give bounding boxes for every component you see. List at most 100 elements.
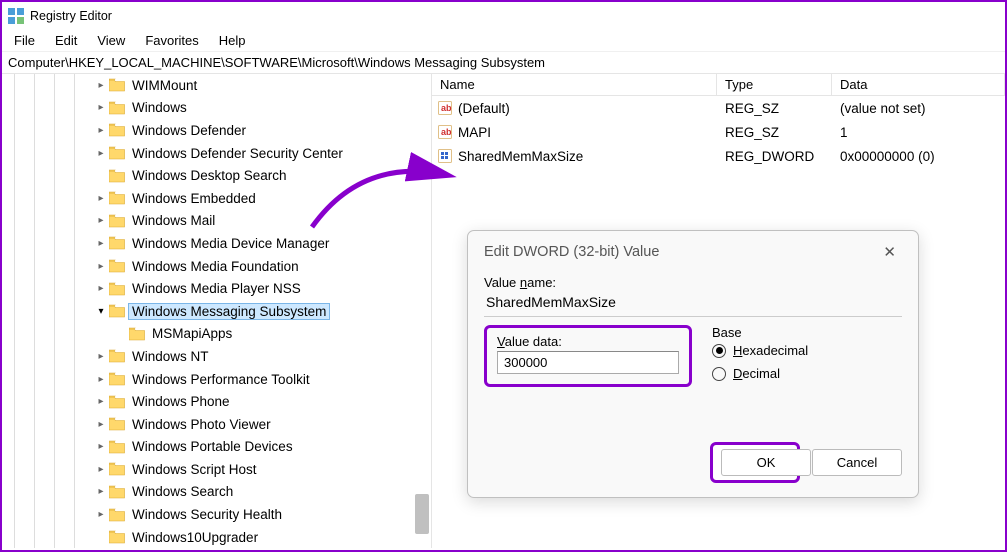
- tree-item[interactable]: ▸ Windows Media Player NSS: [2, 277, 431, 300]
- value-name: (Default): [458, 101, 510, 116]
- tree-item[interactable]: ▸Windows: [2, 97, 431, 120]
- col-header-name[interactable]: Name: [432, 74, 717, 95]
- ok-button[interactable]: OK: [721, 449, 811, 476]
- tree-item-label: Windows Embedded: [128, 191, 260, 206]
- chevron-right-icon[interactable]: ▸: [94, 509, 108, 520]
- value-data-field[interactable]: [497, 351, 679, 374]
- window-title: Registry Editor: [30, 9, 112, 23]
- tree-item-label: Windows Portable Devices: [128, 439, 297, 454]
- value-data-label: Value data:: [497, 334, 679, 349]
- radio-decimal[interactable]: Decimal: [712, 362, 902, 385]
- value-type: REG_SZ: [717, 125, 832, 140]
- menu-favorites[interactable]: Favorites: [135, 31, 208, 50]
- chevron-right-icon[interactable]: ▸: [94, 441, 108, 452]
- svg-text:ab: ab: [441, 103, 452, 113]
- cancel-button[interactable]: Cancel: [812, 449, 902, 476]
- tree-item[interactable]: ▸Windows Performance Toolkit: [2, 368, 431, 391]
- tree-item[interactable]: ▸ Windows Security Health: [2, 503, 431, 526]
- chevron-right-icon[interactable]: ▸: [94, 464, 108, 475]
- list-row[interactable]: ab MAPI REG_SZ1: [432, 120, 1005, 144]
- tree-item[interactable]: ▸ Windows Defender: [2, 119, 431, 142]
- chevron-right-icon[interactable]: ▸: [94, 419, 108, 430]
- scrollbar-thumb[interactable]: [415, 494, 429, 534]
- tree-item[interactable]: ▸ Windows Portable Devices: [2, 436, 431, 459]
- tree-item-label: Windows Desktop Search: [128, 168, 291, 183]
- chevron-right-icon[interactable]: ▸: [94, 396, 108, 407]
- chevron-right-icon[interactable]: ▸: [94, 102, 108, 113]
- value-name: MAPI: [458, 125, 491, 140]
- chevron-down-icon[interactable]: ▾: [94, 306, 108, 317]
- chevron-right-icon[interactable]: ▸: [94, 261, 108, 272]
- menu-edit[interactable]: Edit: [45, 31, 87, 50]
- value-data-highlight: Value data:: [484, 325, 692, 387]
- close-icon[interactable]: ✕: [877, 243, 902, 261]
- list-row[interactable]: SharedMemMaxSize REG_DWORD0x00000000 (0): [432, 144, 1005, 168]
- tree-item[interactable]: ▾ Windows Messaging Subsystem: [2, 300, 431, 323]
- tree-item[interactable]: Windows10Upgrader: [2, 526, 431, 548]
- tree-item[interactable]: ▸ WIMMount: [2, 74, 431, 97]
- chevron-right-icon[interactable]: ▸: [94, 215, 108, 226]
- tree-item[interactable]: Windows Desktop Search: [2, 164, 431, 187]
- chevron-right-icon[interactable]: ▸: [94, 351, 108, 362]
- list-header: Name Type Data: [432, 74, 1005, 96]
- value-data: (value not set): [832, 101, 1005, 116]
- col-header-data[interactable]: Data: [832, 74, 1005, 95]
- value-name-field[interactable]: SharedMemMaxSize: [484, 292, 902, 317]
- svg-text:ab: ab: [441, 127, 452, 137]
- tree-item-label: Windows Media Player NSS: [128, 281, 305, 296]
- base-group-label: Base: [712, 325, 902, 340]
- chevron-right-icon[interactable]: ▸: [94, 486, 108, 497]
- tree-item-label: Windows Messaging Subsystem: [128, 303, 330, 320]
- tree-item-label: Windows Search: [128, 484, 237, 499]
- chevron-right-icon[interactable]: ▸: [94, 193, 108, 204]
- tree-item-label: MSMapiApps: [148, 326, 236, 341]
- tree-item-label: Windows10Upgrader: [128, 530, 262, 545]
- chevron-right-icon[interactable]: ▸: [94, 283, 108, 294]
- col-header-type[interactable]: Type: [717, 74, 832, 95]
- value-type: REG_DWORD: [717, 149, 832, 164]
- tree-item-label: Windows Security Health: [128, 507, 286, 522]
- value-name: SharedMemMaxSize: [458, 149, 583, 164]
- tree-item[interactable]: ▸Windows Media Foundation: [2, 255, 431, 278]
- address-bar[interactable]: Computer\HKEY_LOCAL_MACHINE\SOFTWARE\Mic…: [2, 52, 1005, 74]
- menu-file[interactable]: File: [4, 31, 45, 50]
- tree-item-label: Windows Phone: [128, 394, 234, 409]
- value-data: 1: [832, 125, 1005, 140]
- chevron-right-icon[interactable]: ▸: [94, 125, 108, 136]
- value-type: REG_SZ: [717, 101, 832, 116]
- value-name-label: Value name:: [484, 275, 902, 290]
- tree-item[interactable]: ▸ Windows Phone: [2, 390, 431, 413]
- tree-item[interactable]: ▸ Windows Script Host: [2, 458, 431, 481]
- tree-item-label: Windows Defender Security Center: [128, 146, 347, 161]
- tree-item[interactable]: ▸ Windows Defender Security Center: [2, 142, 431, 165]
- edit-dword-dialog: Edit DWORD (32-bit) Value ✕ Value name: …: [467, 230, 919, 498]
- tree-item-label: Windows Mail: [128, 213, 219, 228]
- tree-item-label: Windows Media Device Manager: [128, 236, 333, 251]
- radio-hexadecimal[interactable]: Hexadecimal: [712, 339, 902, 362]
- app-icon: [8, 8, 24, 24]
- tree-item-label: Windows NT: [128, 349, 213, 364]
- menu-help[interactable]: Help: [209, 31, 256, 50]
- tree-item-label: Windows Defender: [128, 123, 250, 138]
- tree-item[interactable]: ▸ Windows Media Device Manager: [2, 232, 431, 255]
- dialog-title: Edit DWORD (32-bit) Value: [484, 244, 659, 260]
- menu-view[interactable]: View: [87, 31, 135, 50]
- chevron-right-icon[interactable]: ▸: [94, 374, 108, 385]
- ok-button-highlight: OK: [710, 442, 800, 483]
- tree-item-label: Windows Photo Viewer: [128, 417, 275, 432]
- tree-item[interactable]: ▸ Windows Mail: [2, 210, 431, 233]
- tree-item-label: WIMMount: [128, 78, 201, 93]
- tree-item-label: Windows Script Host: [128, 462, 261, 477]
- chevron-right-icon[interactable]: ▸: [94, 238, 108, 249]
- tree-item[interactable]: ▸ Windows Photo Viewer: [2, 413, 431, 436]
- tree-item[interactable]: ▸ Windows Embedded: [2, 187, 431, 210]
- title-bar: Registry Editor: [2, 2, 1005, 30]
- chevron-right-icon[interactable]: ▸: [94, 80, 108, 91]
- tree-item[interactable]: MSMapiApps: [2, 323, 431, 346]
- tree-item[interactable]: ▸ Windows Search: [2, 481, 431, 504]
- list-row[interactable]: ab (Default) REG_SZ(value not set): [432, 96, 1005, 120]
- value-data: 0x00000000 (0): [832, 149, 1005, 164]
- tree-item[interactable]: ▸ Windows NT: [2, 345, 431, 368]
- chevron-right-icon[interactable]: ▸: [94, 148, 108, 159]
- tree-pane[interactable]: ▸WIMMount▸Windows▸Windows Defender▸Windo…: [2, 74, 432, 548]
